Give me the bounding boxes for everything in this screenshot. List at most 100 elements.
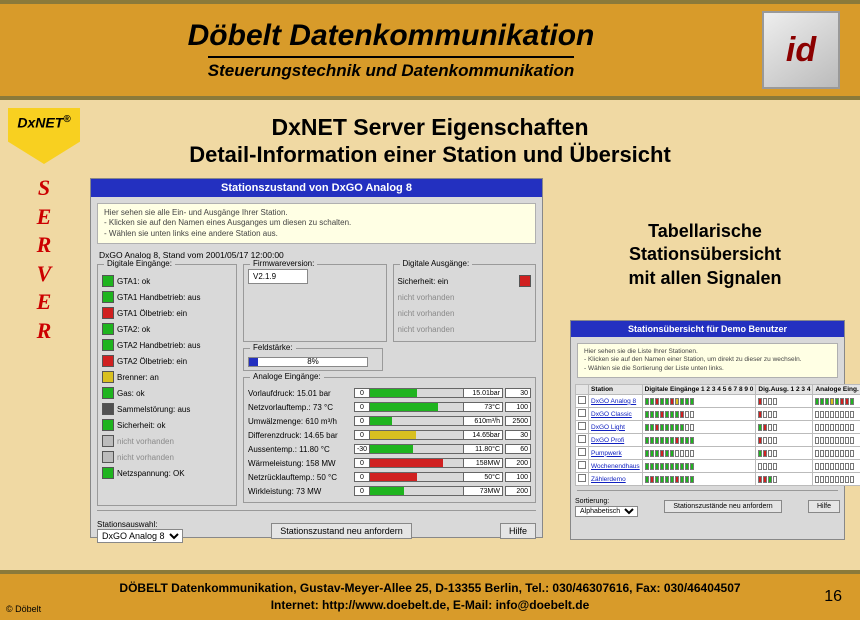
signal-pip-icon: [845, 398, 849, 405]
signal-pip-icon: [815, 398, 819, 405]
station-link[interactable]: DxGO Analog 8: [589, 395, 643, 408]
row-checkbox[interactable]: [578, 448, 586, 456]
signal-pip-icon: [675, 424, 679, 431]
table-header[interactable]: Digitale Eingänge 1 2 3 4 5 6 7 8 9 0: [642, 385, 756, 395]
analog-bar: [370, 472, 463, 482]
analog-value: 50°C: [463, 472, 503, 482]
signal-pip-icon: [650, 463, 654, 470]
station-select-label: Stationsauswahl:: [97, 520, 157, 529]
analog-input-row: Differenzdruck: 14.65 bar014.65bar30: [248, 428, 531, 442]
server-letter: R: [37, 231, 52, 260]
signal-pip-icon: [670, 463, 674, 470]
signal-pip-icon: [825, 463, 829, 470]
signal-pip-icon: [650, 437, 654, 444]
status-indicator-icon: [102, 451, 114, 463]
signal-pip-icon: [820, 437, 824, 444]
signal-pip-icon: [670, 411, 674, 418]
footer-band: DÖBELT Datenkommunikation, Gustav-Meyer-…: [0, 570, 860, 620]
status-indicator-icon: [102, 387, 114, 399]
digital-output-label: nicht vorhanden: [398, 325, 455, 334]
station-link[interactable]: Zählerdemo: [589, 473, 643, 486]
station-select[interactable]: DxGO Analog 8: [97, 529, 183, 543]
station-link[interactable]: Wochenendhaus: [589, 460, 643, 473]
signal-pip-icon: [773, 424, 777, 431]
digital-input-label: GTA1 Ölbetrieb: ein: [117, 309, 187, 318]
signal-pip-icon: [850, 411, 854, 418]
status-indicator-icon: [102, 275, 114, 287]
digital-output-row[interactable]: Sicherheit: ein: [398, 273, 532, 289]
signal-pip-icon: [675, 398, 679, 405]
row-checkbox[interactable]: [578, 396, 586, 404]
signal-pip-icon: [690, 411, 694, 418]
digital-input-label: GTA2: ok: [117, 325, 150, 334]
digital-output-label: nicht vorhanden: [398, 309, 455, 318]
analog-value: 73MW: [463, 486, 503, 496]
signal-pip-icon: [845, 411, 849, 418]
row-checkbox[interactable]: [578, 422, 586, 430]
analog-hi: 100: [505, 472, 531, 482]
table-header[interactable]: [576, 385, 589, 395]
signal-pip-icon: [655, 450, 659, 457]
status-indicator-icon: [102, 307, 114, 319]
signal-pip-icon: [850, 450, 854, 457]
signal-pip-icon: [665, 450, 669, 457]
digital-output-row[interactable]: nicht vorhanden: [398, 305, 532, 321]
analog-input-row: Netzvorlauftemp.: 73 °C073°C100: [248, 400, 531, 414]
logo-icon: id: [762, 11, 840, 89]
help-button[interactable]: Hilfe: [500, 523, 536, 539]
signal-pip-icon: [665, 437, 669, 444]
digital-input-row: GTA2 Handbetrieb: aus: [102, 337, 232, 353]
row-checkbox[interactable]: [578, 461, 586, 469]
signal-pip-icon: [655, 463, 659, 470]
analog-hi: 200: [505, 458, 531, 468]
signal-pip-icon: [850, 437, 854, 444]
signal-pip-icon: [763, 463, 767, 470]
signal-pip-icon: [650, 476, 654, 483]
digital-input-row: GTA2 Ölbetrieb: ein: [102, 353, 232, 369]
signal-pip-icon: [768, 437, 772, 444]
header-text: Döbelt Datenkommunikation Steuerungstech…: [20, 19, 762, 81]
row-checkbox[interactable]: [578, 435, 586, 443]
signal-pip-icon: [845, 437, 849, 444]
signal-pip-icon: [820, 424, 824, 431]
row-checkbox[interactable]: [578, 409, 586, 417]
digital-output-row[interactable]: nicht vorhanden: [398, 289, 532, 305]
signal-pip-icon: [675, 411, 679, 418]
station-link[interactable]: DxGO Profi: [589, 434, 643, 447]
signal-pip-icon: [650, 424, 654, 431]
analog-value: 73°C: [463, 402, 503, 412]
signal-pip-icon: [660, 398, 664, 405]
digital-inputs-legend: Digitale Eingänge:: [104, 259, 175, 268]
server-letter: S: [38, 174, 50, 203]
digital-input-label: GTA1 Handbetrieb: aus: [117, 293, 200, 302]
analog-bar: [370, 388, 463, 398]
station-link[interactable]: Pumpwerk: [589, 447, 643, 460]
station-link[interactable]: DxGO Light: [589, 421, 643, 434]
signal-pip-icon: [830, 476, 834, 483]
digital-input-label: Sicherheit: ok: [117, 421, 165, 430]
sort-select[interactable]: Alphabetisch: [575, 506, 638, 517]
signal-pip-icon: [840, 476, 844, 483]
table-header[interactable]: Analoge Eing. 5 6 7 8: [813, 385, 860, 395]
overview-help-button[interactable]: Hilfe: [808, 500, 840, 513]
firmware-legend: Firmwareversion:: [250, 259, 317, 268]
signal-pip-icon: [690, 476, 694, 483]
row-checkbox[interactable]: [578, 474, 586, 482]
signal-pip-icon: [670, 437, 674, 444]
signal-pip-icon: [680, 463, 684, 470]
overview-refresh-button[interactable]: Stationszustände neu anfordern: [664, 500, 781, 513]
table-row: Pumpwerk1970/01/01 00:00:00: [576, 447, 860, 460]
station-link[interactable]: DxGO Classic: [589, 408, 643, 421]
table-header[interactable]: Station: [589, 385, 643, 395]
digital-input-label: Netzspannung: OK: [117, 469, 185, 478]
digital-output-row[interactable]: nicht vorhanden: [398, 321, 532, 337]
refresh-button[interactable]: Stationszustand neu anfordern: [271, 523, 412, 539]
signal-pip-icon: [815, 476, 819, 483]
analog-bar: [370, 444, 463, 454]
table-header[interactable]: Dig.Ausg. 1 2 3 4: [756, 385, 813, 395]
signal-pip-icon: [840, 411, 844, 418]
digital-output-label: nicht vorhanden: [398, 293, 455, 302]
signal-pip-icon: [758, 411, 762, 418]
signal-pip-icon: [645, 424, 649, 431]
status-indicator-icon: [102, 339, 114, 351]
